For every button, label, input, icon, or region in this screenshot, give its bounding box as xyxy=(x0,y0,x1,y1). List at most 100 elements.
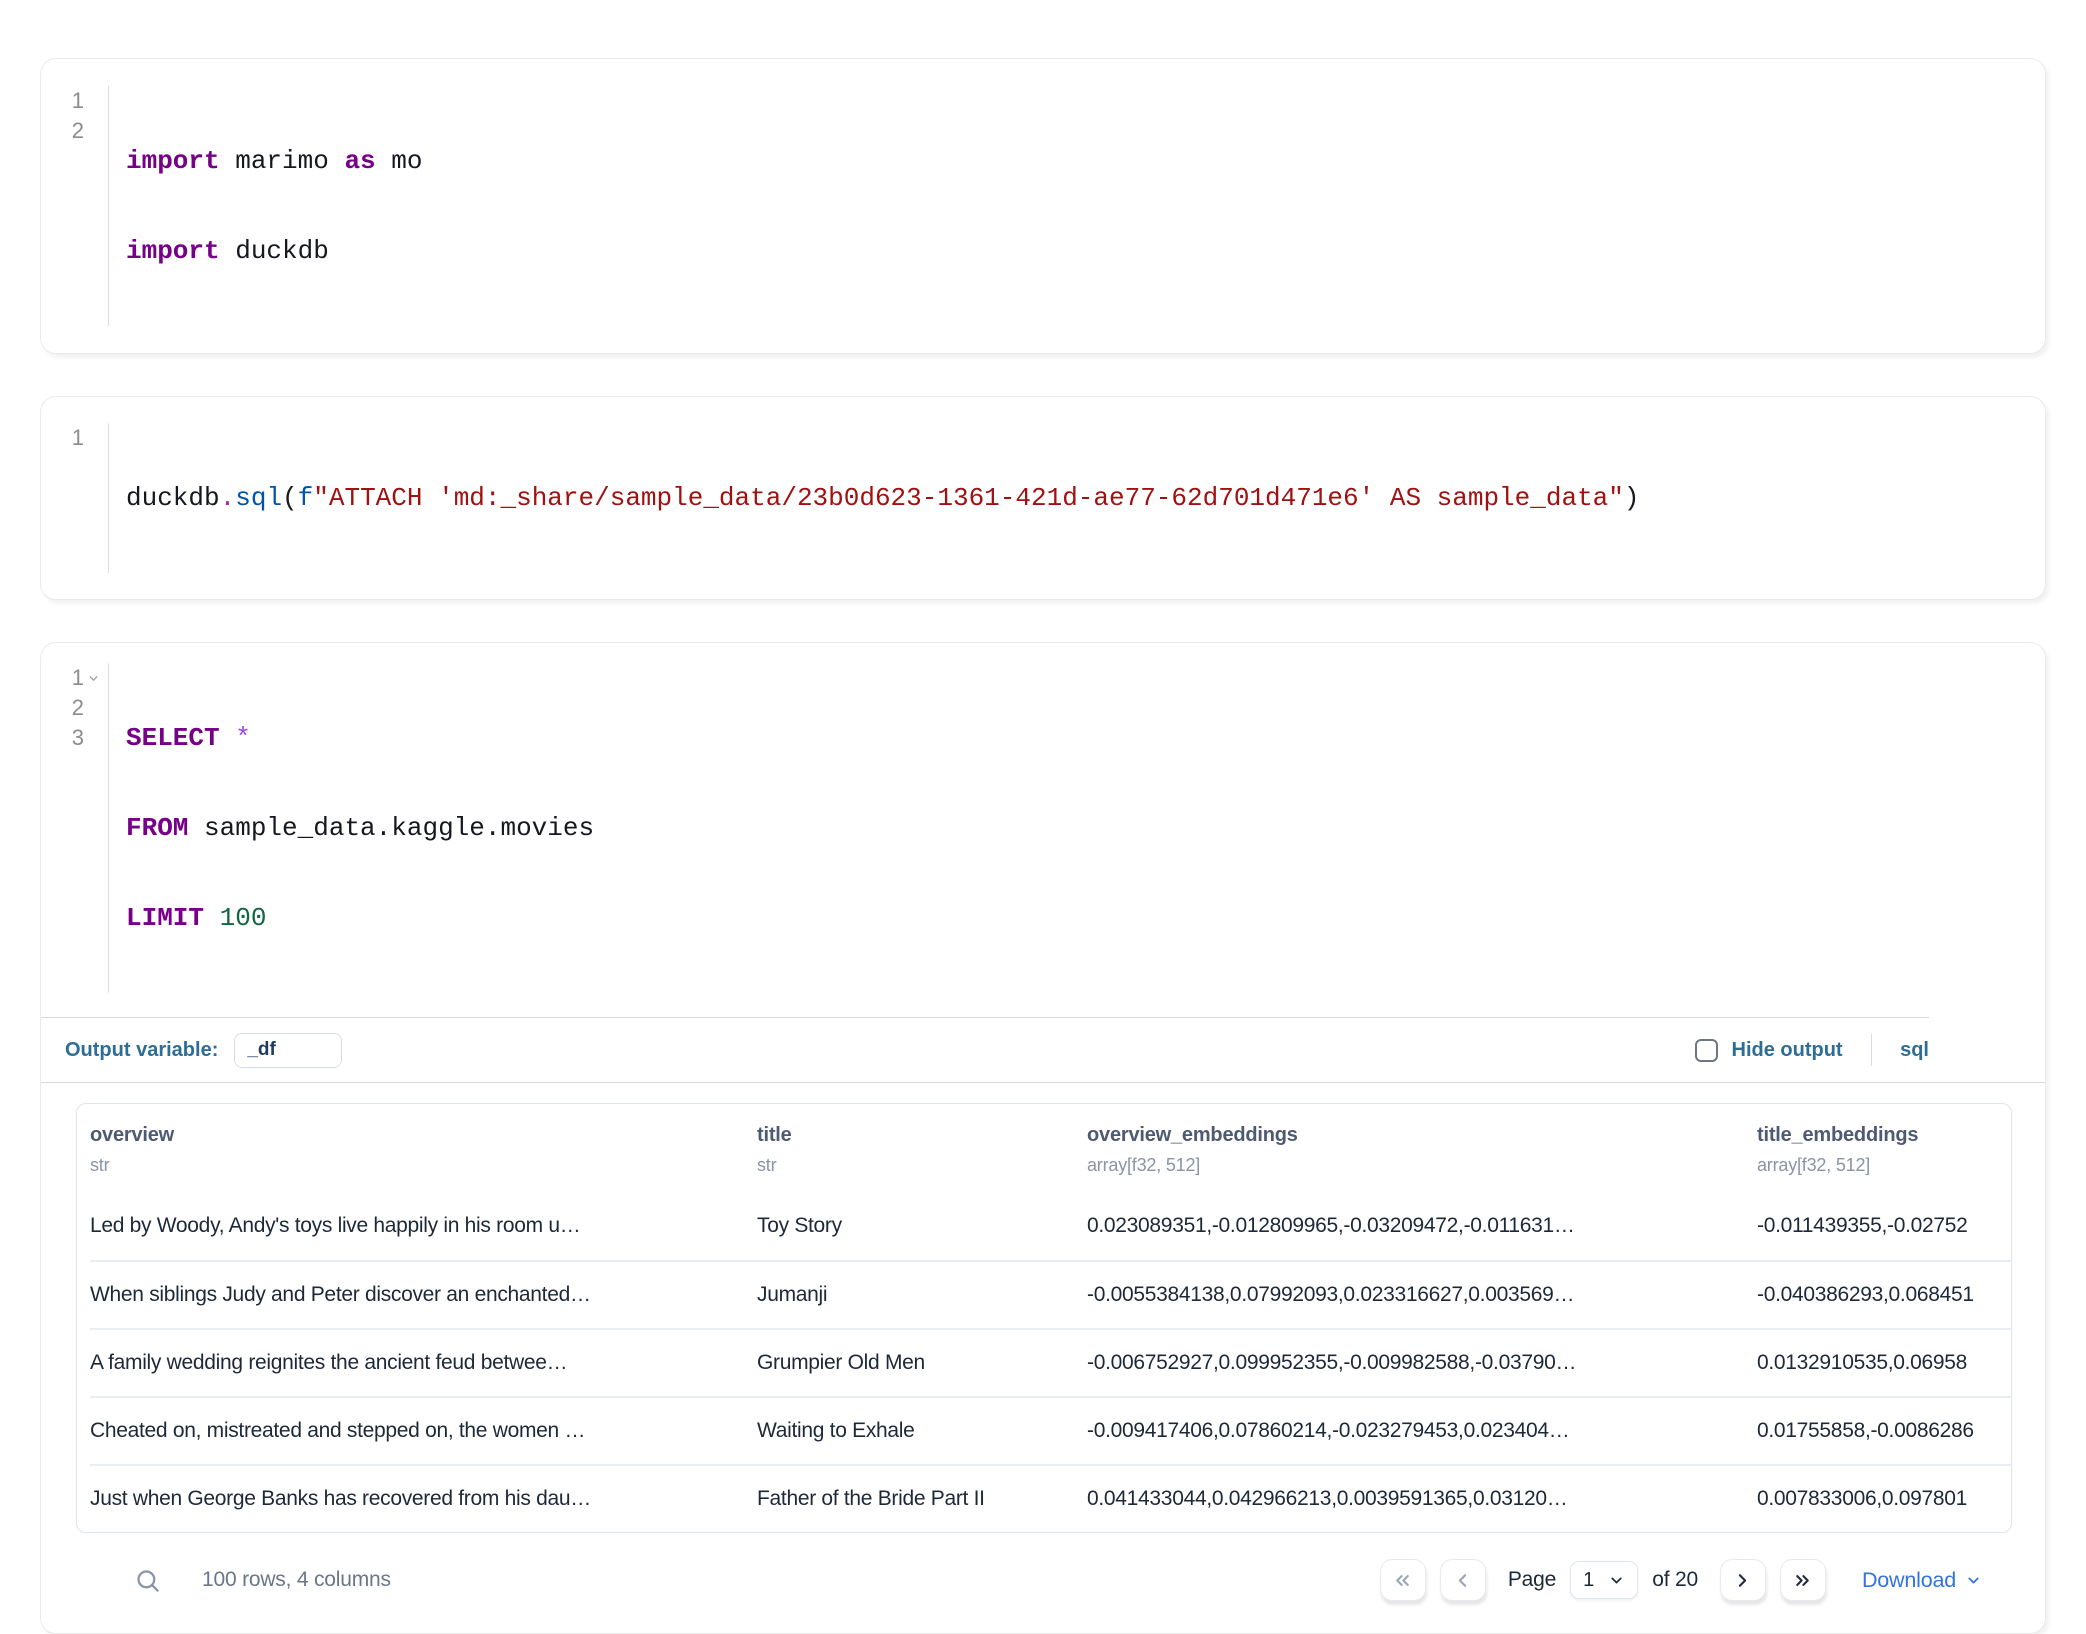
fold-slot xyxy=(84,92,102,110)
fold-slot xyxy=(84,429,102,447)
output-variable-label: Output variable: xyxy=(65,1039,218,1062)
table-header-row: overview str title str overview_embeddin… xyxy=(90,1104,2011,1192)
code-token: SELECT xyxy=(126,723,220,753)
table-row: Just when George Banks has recovered fro… xyxy=(90,1464,2011,1532)
table-row: Cheated on, mistreated and stepped on, t… xyxy=(90,1396,2011,1464)
line-number: 1 xyxy=(70,663,84,693)
cell-title-embeddings: -0.011439355,-0.02752 xyxy=(1757,1214,2011,1238)
notebook-page: 1 2 import marimo as mo import duckdb 1 … xyxy=(0,0,2086,1634)
cell-overview: A family wedding reignites the ancient f… xyxy=(90,1351,757,1375)
line-number: 1 xyxy=(70,86,84,116)
hide-output-checkbox[interactable] xyxy=(1695,1039,1718,1062)
toolbar-divider xyxy=(1871,1034,1873,1066)
code-token: ) xyxy=(1624,483,1640,513)
last-page-button[interactable] xyxy=(1780,1559,1826,1601)
cell-title: Father of the Bride Part II xyxy=(757,1487,1087,1511)
line-number: 1 xyxy=(70,423,84,453)
cell-overview: Led by Woody, Andy's toys live happily i… xyxy=(90,1214,757,1238)
column-header-title[interactable]: title str xyxy=(757,1124,1087,1176)
cell-overview: Just when George Banks has recovered fro… xyxy=(90,1487,757,1511)
query-output: overview str title str overview_embeddin… xyxy=(41,1083,2045,1633)
cell-title: Waiting to Exhale xyxy=(757,1419,1087,1443)
page-label: Page xyxy=(1508,1568,1556,1592)
sql-cell: 1 2 3 SELECT * FROM sample_data.kaggle.m… xyxy=(40,642,2046,1634)
code-token: duckdb xyxy=(220,236,329,266)
cell-title-embeddings: -0.040386293,0.068451 xyxy=(1757,1283,2011,1307)
code-cell-attach: 1 duckdb.sql(f"ATTACH 'md:_share/sample_… xyxy=(40,396,2046,600)
column-name: overview xyxy=(90,1124,757,1147)
table-footer: 100 rows, 4 columns Page 1 of 20 xyxy=(76,1533,2012,1633)
code-cell-imports: 1 2 import marimo as mo import duckdb xyxy=(40,58,2046,354)
page-select[interactable]: 1 xyxy=(1570,1561,1638,1599)
column-dtype: array[f32, 512] xyxy=(1757,1155,2011,1176)
code-token: mo xyxy=(376,146,423,176)
column-dtype: str xyxy=(757,1155,1087,1176)
code-editor-attach[interactable]: duckdb.sql(f"ATTACH 'md:_share/sample_da… xyxy=(109,423,1640,573)
download-button[interactable]: Download xyxy=(1862,1568,1982,1593)
line-number: 2 xyxy=(70,693,84,723)
table-row: A family wedding reignites the ancient f… xyxy=(90,1328,2011,1396)
code-token: as xyxy=(344,146,375,176)
download-label: Download xyxy=(1862,1568,1956,1593)
code-token: sql xyxy=(235,483,282,513)
column-name: title_embeddings xyxy=(1757,1124,2011,1147)
hide-output-label[interactable]: Hide output xyxy=(1732,1039,1843,1062)
previous-page-button[interactable] xyxy=(1440,1559,1486,1601)
code-token: LIMIT xyxy=(126,903,204,933)
fold-slot xyxy=(84,699,102,717)
chevron-down-icon xyxy=(1608,1572,1625,1589)
code-token: marimo xyxy=(220,146,345,176)
pagination: Page 1 of 20 Download xyxy=(1380,1559,1982,1601)
code-editor-imports[interactable]: import marimo as mo import duckdb xyxy=(109,86,422,326)
column-header-overview-embeddings[interactable]: overview_embeddings array[f32, 512] xyxy=(1087,1124,1757,1176)
column-dtype: array[f32, 512] xyxy=(1087,1155,1757,1176)
code-token: "ATTACH 'md:_share/sample_data/23b0d623-… xyxy=(313,483,1624,513)
row-count-summary: 100 rows, 4 columns xyxy=(202,1568,391,1592)
code-fold-chevron-icon[interactable] xyxy=(84,669,102,687)
table-row: When siblings Judy and Peter discover an… xyxy=(90,1260,2011,1328)
page-select-value: 1 xyxy=(1583,1569,1594,1592)
cell-overview-embeddings: -0.009417406,0.07860214,-0.023279453,0.0… xyxy=(1087,1419,1757,1443)
code-token: 100 xyxy=(204,903,266,933)
cell-overview-embeddings: 0.041433044,0.042966213,0.0039591365,0.0… xyxy=(1087,1487,1757,1511)
column-header-overview[interactable]: overview str xyxy=(90,1124,757,1176)
code-token: f xyxy=(298,483,314,513)
cell-title-embeddings: 0.01755858,-0.0086286 xyxy=(1757,1419,2011,1443)
code-token: FROM xyxy=(126,813,188,843)
code-token: . xyxy=(220,483,236,513)
column-name: overview_embeddings xyxy=(1087,1124,1757,1147)
code-token: sample_data.kaggle.movies xyxy=(188,813,594,843)
cell-title-embeddings: 0.007833006,0.097801 xyxy=(1757,1487,2011,1511)
chevron-down-icon xyxy=(1965,1572,1982,1589)
code-editor-sql[interactable]: SELECT * FROM sample_data.kaggle.movies … xyxy=(109,663,594,993)
code-token: import xyxy=(126,146,220,176)
cell-overview-embeddings: 0.023089351,-0.012809965,-0.03209472,-0.… xyxy=(1087,1214,1757,1238)
language-badge[interactable]: sql xyxy=(1900,1039,1929,1062)
search-icon[interactable] xyxy=(132,1565,162,1595)
cell-title-embeddings: 0.0132910535,0.06958 xyxy=(1757,1351,2011,1375)
table-row: Led by Woody, Andy's toys live happily i… xyxy=(90,1192,2011,1260)
column-dtype: str xyxy=(90,1155,757,1176)
results-table: overview str title str overview_embeddin… xyxy=(76,1103,2012,1533)
output-variable-input[interactable] xyxy=(234,1033,342,1068)
cell-overview: Cheated on, mistreated and stepped on, t… xyxy=(90,1419,757,1443)
line-number: 3 xyxy=(70,723,84,753)
cell-overview-embeddings: -0.0055384138,0.07992093,0.023316627,0.0… xyxy=(1087,1283,1757,1307)
fold-slot xyxy=(84,729,102,747)
page-total-label: of 20 xyxy=(1652,1568,1698,1592)
first-page-button[interactable] xyxy=(1380,1559,1426,1601)
cell-title: Jumanji xyxy=(757,1283,1087,1307)
code-token: * xyxy=(220,723,251,753)
column-header-title-embeddings[interactable]: title_embeddings array[f32, 512] xyxy=(1757,1124,2011,1176)
cell-overview-embeddings: -0.006752927,0.099952355,-0.009982588,-0… xyxy=(1087,1351,1757,1375)
cell-title: Grumpier Old Men xyxy=(757,1351,1087,1375)
column-name: title xyxy=(757,1124,1087,1147)
line-number-gutter: 1 2 xyxy=(41,86,109,326)
code-token: ( xyxy=(282,483,298,513)
line-number-gutter: 1 xyxy=(41,423,109,573)
next-page-button[interactable] xyxy=(1720,1559,1766,1601)
sql-cell-toolbar: Output variable: Hide output sql xyxy=(41,1018,2045,1082)
cell-overview: When siblings Judy and Peter discover an… xyxy=(90,1283,757,1307)
code-token: import xyxy=(126,236,220,266)
line-number: 2 xyxy=(70,116,84,146)
